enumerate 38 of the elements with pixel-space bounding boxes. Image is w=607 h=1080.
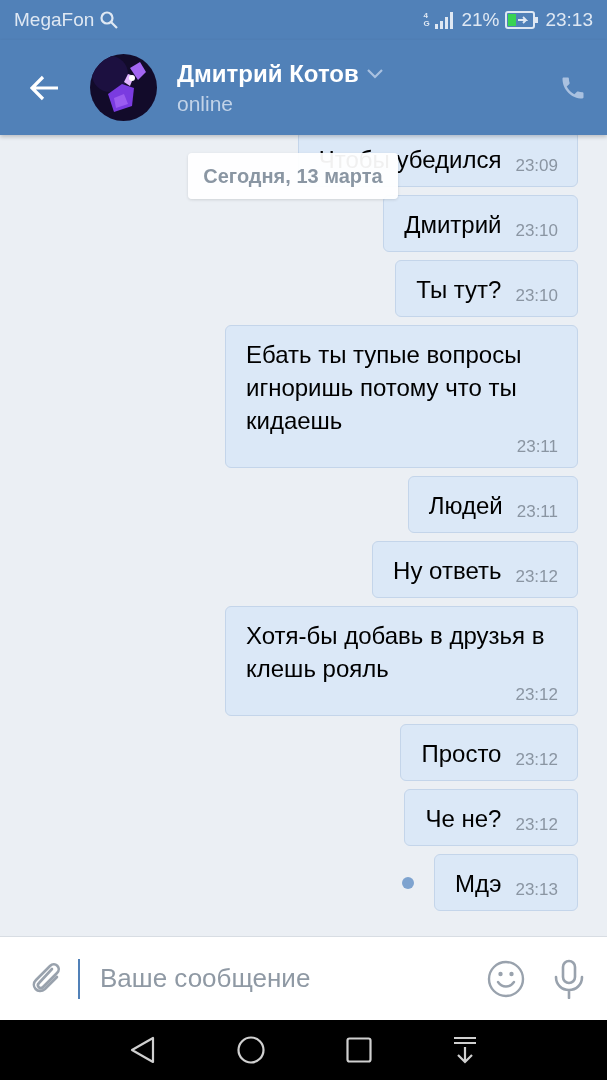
microphone-icon[interactable] bbox=[553, 958, 585, 999]
message-time: 23:10 bbox=[515, 221, 558, 241]
message-time: 23:12 bbox=[515, 750, 558, 770]
online-status: online bbox=[177, 91, 235, 116]
message-text: Ну ответь bbox=[393, 556, 502, 586]
back-arrow-icon[interactable] bbox=[30, 74, 60, 101]
message-time: 23:13 bbox=[515, 880, 558, 900]
recents-nav-icon[interactable] bbox=[345, 1037, 372, 1063]
message-text: Че не? bbox=[425, 804, 502, 834]
message-time: 23:11 bbox=[516, 502, 558, 522]
chevron-down-icon[interactable] bbox=[366, 68, 383, 79]
clock: 23:13 bbox=[545, 9, 593, 31]
message-text: Ты тут? bbox=[416, 275, 502, 305]
message-time: 23:12 bbox=[515, 685, 558, 705]
message-time: 23:11 bbox=[516, 437, 558, 457]
message-time: 23:10 bbox=[515, 286, 558, 306]
message-time: 23:12 bbox=[515, 567, 558, 587]
message-input[interactable]: Ваше сообщение bbox=[78, 958, 473, 999]
home-nav-icon[interactable] bbox=[237, 1036, 266, 1064]
message-time: 23:12 bbox=[515, 815, 558, 835]
network-label: 4G bbox=[423, 12, 431, 28]
battery-icon bbox=[505, 11, 540, 29]
contact-name[interactable]: Дмитрий Котов bbox=[177, 59, 359, 88]
message-text: Мдэ bbox=[454, 869, 502, 899]
message-composer[interactable]: Ваше сообщение bbox=[0, 936, 607, 1020]
smile-icon[interactable] bbox=[487, 959, 525, 998]
notification-pull-icon[interactable] bbox=[452, 1036, 477, 1064]
message-time: 23:09 bbox=[515, 156, 558, 176]
message-text: Ебать ты тупые вопросы игноришь потому что ты кидаешь bbox=[246, 340, 523, 436]
search-icon bbox=[100, 11, 119, 29]
message-text: Просто bbox=[421, 739, 502, 769]
battery-percent: 21% bbox=[461, 9, 500, 31]
message-text: Людей bbox=[428, 491, 503, 521]
back-nav-icon[interactable] bbox=[130, 1036, 157, 1064]
message-text: Дмитрий bbox=[404, 210, 502, 240]
signal-icon bbox=[435, 11, 456, 29]
message-text: Хотя-бы добавь в друзья в клешь рояль bbox=[246, 621, 546, 684]
carrier-name: MegaFon bbox=[14, 9, 95, 31]
